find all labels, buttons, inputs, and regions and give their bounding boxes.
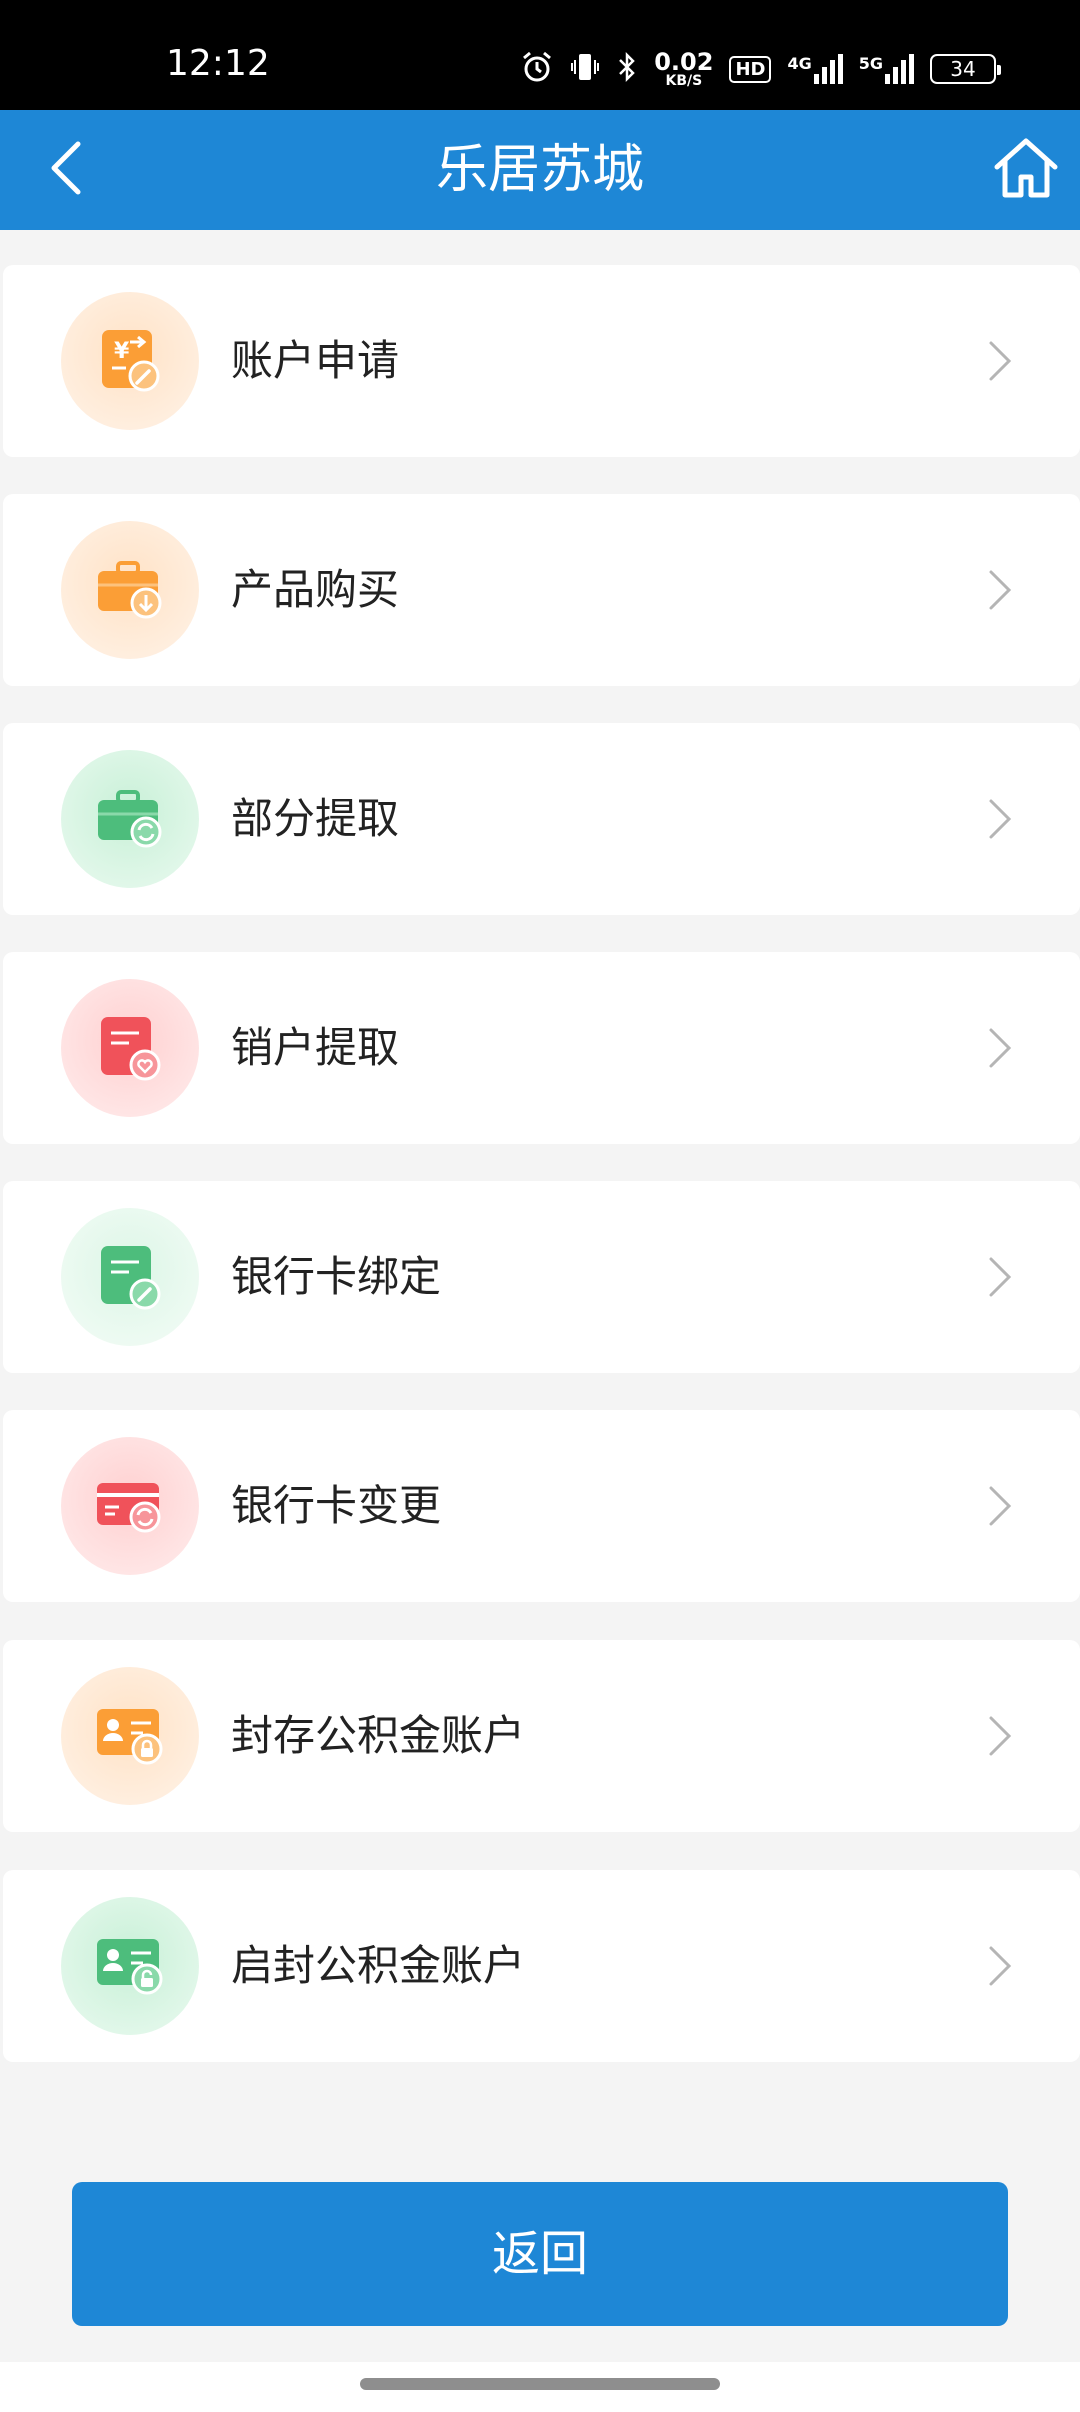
status-time: 12:12 (166, 43, 270, 84)
home-indicator[interactable] (360, 2378, 720, 2390)
document-edit-icon (61, 1208, 199, 1346)
chevron-right-icon (970, 331, 1030, 391)
menu-item-seal-account[interactable]: 封存公积金账户 (3, 1640, 1080, 1832)
menu-item-account-apply[interactable]: ¥ 账户申请 (3, 265, 1080, 457)
menu-item-bank-card-binding[interactable]: 银行卡绑定 (3, 1181, 1080, 1373)
id-card-unlock-icon (61, 1897, 199, 2035)
signal-5g: 5G (859, 54, 914, 84)
chevron-right-icon (970, 1706, 1030, 1766)
signal-bars-icon (885, 54, 914, 84)
network-speed: 0.02 KB/S (654, 48, 714, 89)
menu-item-label: 产品购买 (231, 565, 400, 614)
briefcase-download-icon (61, 521, 199, 659)
menu-item-label: 部分提取 (231, 794, 400, 843)
briefcase-refresh-icon (61, 750, 199, 888)
status-bar: 12:12 0.02 KB/S HD 4G 5G 34 (0, 0, 1080, 110)
return-button[interactable]: 返回 (72, 2182, 1008, 2326)
menu-item-close-account-withdrawal[interactable]: 销户提取 (3, 952, 1080, 1144)
system-nav-bar (0, 2362, 1080, 2412)
menu-item-label: 封存公积金账户 (231, 1711, 526, 1760)
chevron-right-icon (970, 1936, 1030, 1996)
back-button[interactable] (26, 130, 106, 210)
app-header: 乐居苏城 (0, 110, 1080, 230)
signal-bars-icon (813, 54, 843, 84)
chevron-left-icon (46, 140, 86, 200)
menu-item-label: 银行卡绑定 (231, 1252, 442, 1301)
vibrate-icon (570, 50, 600, 88)
battery-icon: 34 (930, 54, 1001, 84)
chevron-right-icon (970, 1476, 1030, 1536)
home-icon (993, 137, 1059, 203)
chevron-right-icon (970, 560, 1030, 620)
hd-badge: HD (729, 55, 772, 83)
svg-text:¥: ¥ (114, 339, 130, 364)
alarm-icon (520, 50, 554, 88)
status-icons: 0.02 KB/S HD 4G 5G 34 (520, 44, 1001, 94)
account-apply-icon: ¥ (61, 292, 199, 430)
page-title: 乐居苏城 (435, 140, 644, 200)
chevron-right-icon (970, 789, 1030, 849)
id-card-lock-icon (61, 1667, 199, 1805)
document-heart-icon (61, 979, 199, 1117)
menu-item-bank-card-change[interactable]: 银行卡变更 (3, 1410, 1080, 1602)
menu-item-label: 启封公积金账户 (231, 1941, 526, 1990)
home-button[interactable] (986, 130, 1066, 210)
signal-4g: 4G (787, 54, 843, 84)
menu-item-product-purchase[interactable]: 产品购买 (3, 494, 1080, 686)
menu-item-label: 账户申请 (231, 336, 400, 385)
menu-item-label: 银行卡变更 (231, 1481, 442, 1530)
card-refresh-icon (61, 1437, 199, 1575)
bluetooth-icon (616, 50, 638, 88)
menu-item-partial-withdrawal[interactable]: 部分提取 (3, 723, 1080, 915)
chevron-right-icon (970, 1247, 1030, 1307)
chevron-right-icon (970, 1018, 1030, 1078)
menu-item-label: 销户提取 (231, 1023, 400, 1072)
menu-item-unseal-account[interactable]: 启封公积金账户 (3, 1870, 1080, 2062)
